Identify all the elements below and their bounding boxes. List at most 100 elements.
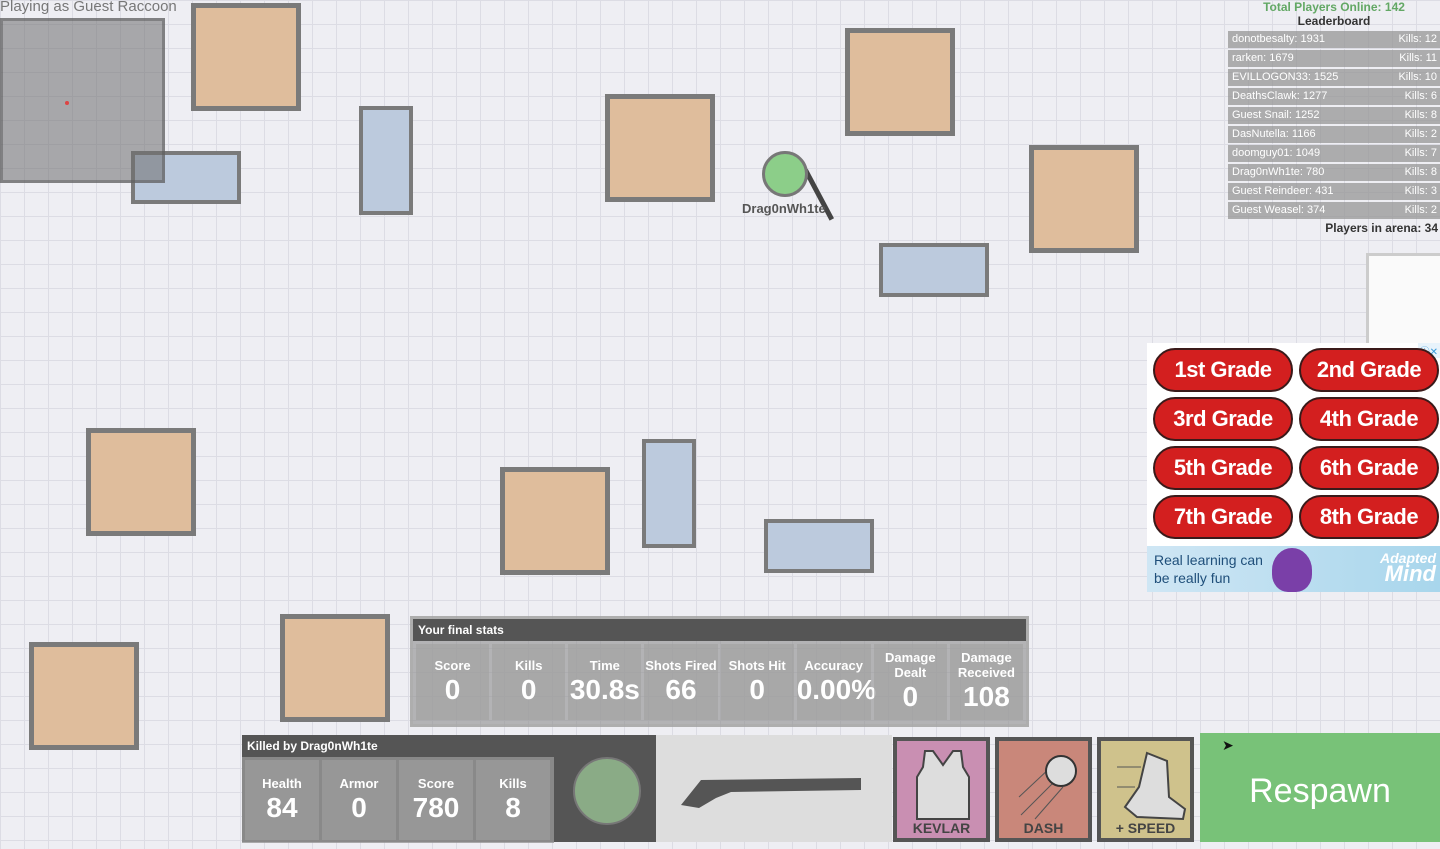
leaderboard-row: rarken: 1679 Kills: 11 <box>1228 50 1440 67</box>
speed-item[interactable]: + SPEED <box>1097 737 1194 842</box>
leaderboard-kills: Kills: 10 <box>1398 71 1437 83</box>
ad-grade-button[interactable]: 7th Grade <box>1153 495 1293 539</box>
leaderboard-player: rarken: 1679 <box>1232 52 1294 64</box>
final-stats-title: Your final stats <box>413 619 1026 641</box>
leaderboard-player: donotbesalty: 1931 <box>1232 33 1325 45</box>
leaderboard-row: Guest Snail: 1252 Kills: 8 <box>1228 107 1440 124</box>
ad-tagline: Real learning can be really fun <box>1154 552 1263 586</box>
speed-label: + SPEED <box>1115 820 1176 836</box>
total-players-online: Total Players Online: 142 <box>1263 0 1405 14</box>
stat-label: Kills <box>499 775 527 791</box>
leaderboard-kills: Kills: 12 <box>1398 33 1437 45</box>
ad-grade-button[interactable]: 3rd Grade <box>1153 397 1293 441</box>
wall <box>764 519 874 573</box>
weapon-display <box>656 735 892 842</box>
stat-cell: Shots Fired 66 <box>644 644 718 720</box>
respawn-button[interactable]: Respawn <box>1200 733 1440 842</box>
mouse-cursor-icon: ➤ <box>1222 737 1234 753</box>
leaderboard-kills: Kills: 7 <box>1404 147 1437 159</box>
crate <box>500 467 610 575</box>
kevlar-label: KEVLAR <box>912 820 971 836</box>
crate <box>1029 145 1139 253</box>
minimap <box>0 18 165 183</box>
stat-value: 66 <box>665 673 697 705</box>
stat-value: 780 <box>412 791 460 823</box>
advertisement[interactable]: ⓘ✕ 1st Grade2nd Grade3rd Grade4th Grade5… <box>1147 343 1440 592</box>
final-stats-panel: Your final stats Score 0 Kills 0 Time 30.8s Sh… <box>410 616 1029 727</box>
minimap-player-dot <box>65 101 69 105</box>
killer-avatar <box>573 757 641 825</box>
stat-cell: Score 0 <box>416 644 490 720</box>
crate <box>191 3 301 111</box>
stat-label: Kills <box>514 657 543 673</box>
leaderboard-player: Drag0nWh1te: 780 <box>1232 166 1325 178</box>
stat-value: 0.00% <box>796 673 877 705</box>
players-in-arena: Players in arena: 34 <box>1325 221 1438 235</box>
stat-label: Score <box>417 775 455 791</box>
leaderboard-kills: Kills: 2 <box>1404 128 1437 140</box>
stat-cell: Time 30.8s <box>568 644 642 720</box>
stat-label: Time <box>589 657 620 673</box>
stat-cell: Kills 8 <box>476 760 550 840</box>
stat-label: Shots Fired <box>645 657 717 673</box>
stat-label: Health <box>262 775 302 791</box>
sneaker-icon <box>1117 751 1187 821</box>
stat-label: Damage Dealt <box>884 650 936 680</box>
leaderboard-player: Guest Snail: 1252 <box>1232 109 1320 121</box>
leaderboard-row: DasNutella: 1166 Kills: 2 <box>1228 126 1440 143</box>
ad-grade-button[interactable]: 2nd Grade <box>1299 348 1439 392</box>
playing-as-label: Playing as Guest Raccoon <box>0 0 177 15</box>
leaderboard-kills: Kills: 11 <box>1399 52 1437 64</box>
stat-label: Accuracy <box>804 657 863 673</box>
stat-cell: Accuracy 0.00% <box>796 644 877 720</box>
leaderboard-row: Guest Reindeer: 431 Kills: 3 <box>1228 183 1440 200</box>
monster-mascot-icon <box>1272 548 1312 592</box>
dash-label: DASH <box>1023 820 1064 836</box>
stat-value: 108 <box>963 681 1010 712</box>
dash-item[interactable]: DASH <box>995 737 1092 842</box>
stat-value: 0 <box>444 673 461 705</box>
stat-cell: Armor 0 <box>322 760 396 840</box>
leaderboard-player: Guest Reindeer: 431 <box>1232 185 1334 197</box>
stat-value: 8 <box>505 791 521 823</box>
killer-title: Killed by Drag0nWh1te <box>242 735 554 757</box>
stat-cell: Kills 0 <box>492 644 566 720</box>
crate <box>845 28 955 136</box>
ad-grade-button[interactable]: 4th Grade <box>1299 397 1439 441</box>
kevlar-item[interactable]: KEVLAR <box>893 737 990 842</box>
stat-cell: Damage Dealt 0 <box>873 644 947 720</box>
leaderboard-kills: Kills: 3 <box>1404 185 1437 197</box>
leaderboard-player: DasNutella: 1166 <box>1232 128 1316 140</box>
leaderboard-player: Guest Weasel: 374 <box>1232 204 1326 216</box>
stat-label: Damage Received <box>957 650 1015 680</box>
stat-label: Score <box>434 657 471 673</box>
ad-brand: Adapted Mind <box>1380 550 1436 586</box>
leaderboard-row: donotbesalty: 1931 Kills: 12 <box>1228 31 1440 48</box>
leaderboard-title: Leaderboard <box>1297 14 1371 28</box>
ad-banner[interactable]: Real learning can be really fun Adapted M… <box>1147 546 1440 592</box>
ad-grade-button[interactable]: 6th Grade <box>1299 446 1439 490</box>
leaderboard: Total Players Online: 142 Leaderboard do… <box>1228 0 1440 235</box>
crate <box>605 94 715 202</box>
stat-cell: Score 780 <box>399 760 473 840</box>
wall <box>359 106 413 215</box>
leaderboard-player: DeathsClawk: 1277 <box>1232 90 1328 102</box>
stat-value: 30.8s <box>569 673 640 705</box>
player-avatar <box>762 151 808 197</box>
arena-border <box>1366 253 1440 348</box>
wall <box>642 439 696 548</box>
leaderboard-row: DeathsClawk: 1277 Kills: 6 <box>1228 88 1440 105</box>
leaderboard-kills: Kills: 8 <box>1404 166 1437 178</box>
ad-grade-button[interactable]: 5th Grade <box>1153 446 1293 490</box>
leaderboard-row: EVILLOGON33: 1525 Kills: 10 <box>1228 69 1440 86</box>
leaderboard-kills: Kills: 8 <box>1404 109 1437 121</box>
ad-grade-button[interactable]: 8th Grade <box>1299 495 1439 539</box>
leaderboard-row: Drag0nWh1te: 780 Kills: 8 <box>1228 164 1440 181</box>
leaderboard-kills: Kills: 2 <box>1404 204 1437 216</box>
leaderboard-row: Guest Weasel: 374 Kills: 2 <box>1228 202 1440 219</box>
leaderboard-player: EVILLOGON33: 1525 <box>1232 71 1339 83</box>
stat-value: 84 <box>266 791 298 823</box>
shotgun-icon <box>681 778 861 808</box>
stat-label: Armor <box>339 775 379 791</box>
ad-grade-button[interactable]: 1st Grade <box>1153 348 1293 392</box>
